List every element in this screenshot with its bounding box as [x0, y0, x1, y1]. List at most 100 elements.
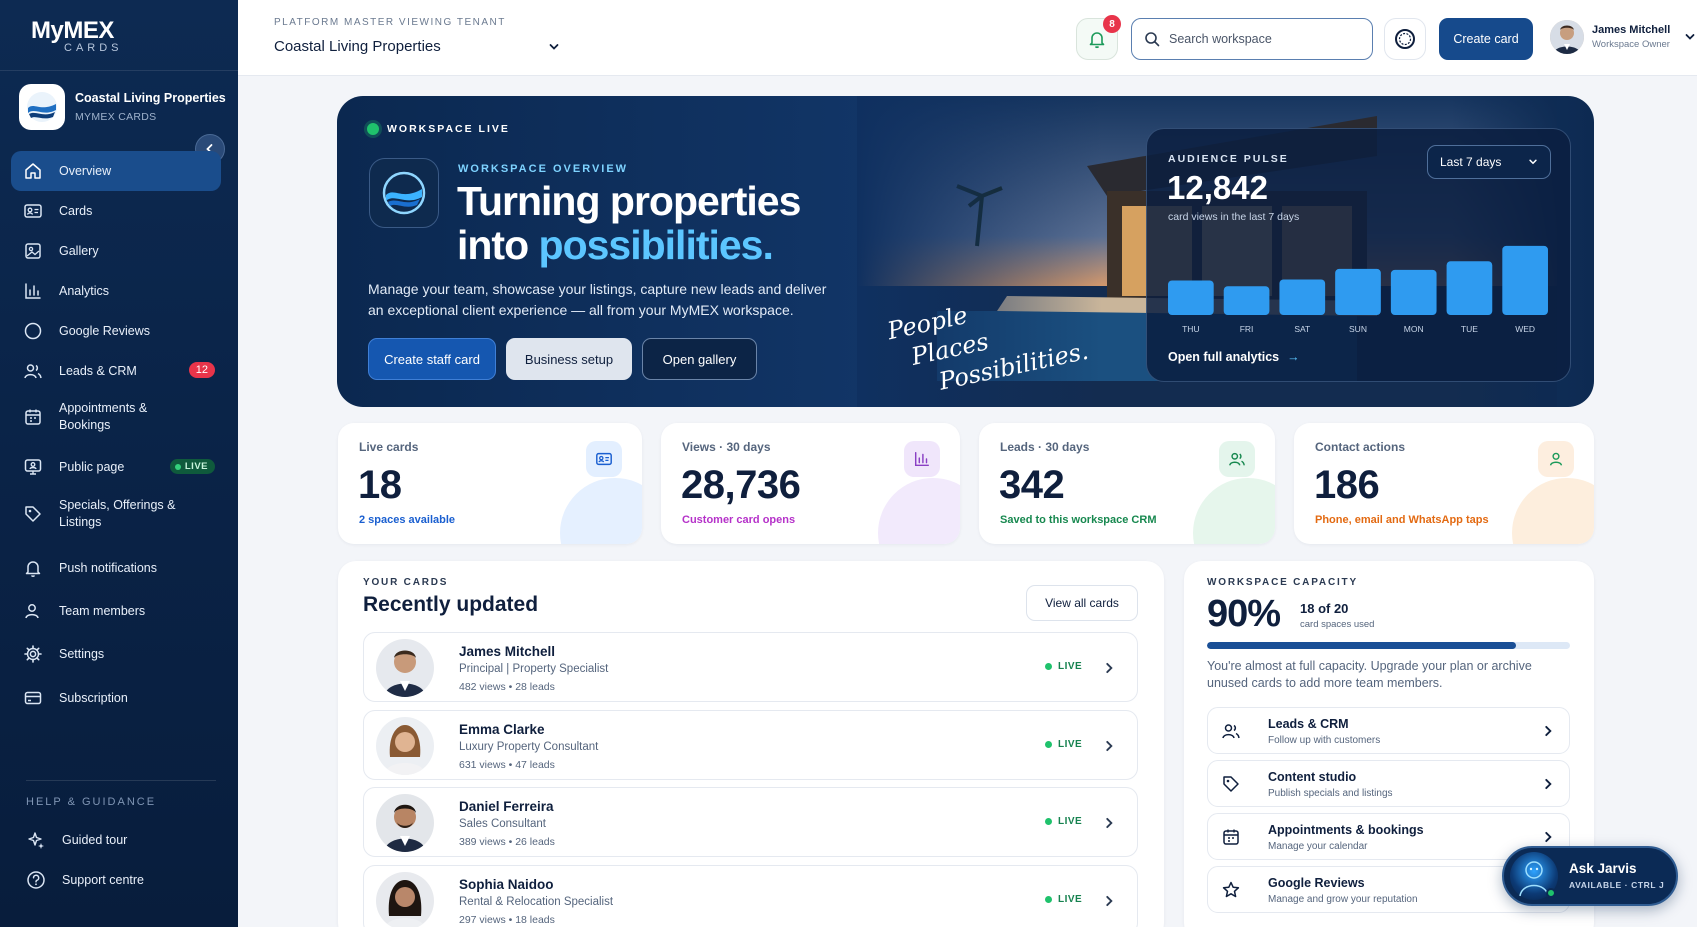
stat-views[interactable]: Views · 30 days 28,736 Customer card ope… [661, 423, 960, 544]
chevron-right-icon [1106, 662, 1113, 674]
sidebar-item-gallery[interactable]: Gallery [11, 231, 221, 271]
live-dot-icon [1045, 663, 1052, 670]
sidebar-item-leads-crm[interactable]: Leads & CRM 12 [11, 351, 221, 391]
tenant-switcher[interactable]: Coastal Living Properties MYMEX CARDS [19, 84, 226, 130]
search-icon [1145, 32, 1160, 47]
chart-tick-label: MON [1404, 324, 1424, 334]
bar-chart-icon [914, 451, 930, 467]
chart-tick-label: THU [1182, 324, 1199, 334]
capacity-of: 18 of 20 [1300, 601, 1349, 616]
live-dot-icon [1045, 741, 1052, 748]
status-label: LIVE [1058, 739, 1083, 750]
sidebar-item-overview[interactable]: Overview [11, 151, 221, 191]
stat-icon-box [586, 441, 622, 477]
capacity-kicker: WORKSPACE CAPACITY [1207, 577, 1358, 588]
stat-value: 342 [999, 463, 1065, 507]
chevron-down-icon [549, 43, 559, 50]
sidebar-item-analytics[interactable]: Analytics [11, 271, 221, 311]
quick-action-title: Google Reviews [1268, 876, 1365, 890]
stat-decor [878, 478, 960, 544]
image-icon [25, 243, 41, 259]
open-gallery-button[interactable]: Open gallery [642, 338, 757, 380]
star-icon [1222, 881, 1240, 898]
sidebar-item-appointments[interactable]: Appointments & Bookings [11, 391, 221, 443]
stat-sub: Phone, email and WhatsApp taps [1315, 514, 1489, 526]
recent-cards-panel: YOUR CARDS Recently updated View all car… [338, 561, 1164, 927]
chart-tick-label: FRI [1240, 324, 1254, 334]
table-row[interactable]: Daniel Ferreira Sales Consultant 389 vie… [363, 787, 1138, 857]
status-badge: LIVE [1045, 894, 1082, 905]
chevron-right-icon [1106, 817, 1113, 829]
online-dot-icon [1546, 888, 1556, 898]
sidebar-item-label: Analytics [59, 283, 110, 298]
sidebar-item-push-notifications[interactable]: Push notifications [11, 548, 221, 588]
open-analytics-link[interactable]: Open full analytics → [1168, 350, 1300, 364]
live-dot-icon [174, 463, 181, 470]
stat-contact-actions[interactable]: Contact actions 186 Phone, email and Wha… [1294, 423, 1594, 544]
hero-title-into: into [457, 222, 539, 268]
sidebar-item-specials[interactable]: Specials, Offerings & Listings [11, 487, 221, 541]
hero-title-line1: Turning properties [457, 178, 801, 224]
stat-sub: Saved to this workspace CRM [1000, 514, 1157, 526]
audience-pulse-card: AUDIENCE PULSE 12,842 card views in the … [1146, 128, 1571, 382]
users-icon [24, 364, 42, 379]
jarvis-title: Ask Jarvis [1569, 861, 1637, 876]
avatar [376, 639, 434, 697]
user-menu[interactable]: James Mitchell Workspace Owner [1550, 20, 1696, 54]
help-divider [26, 780, 216, 781]
search-box[interactable] [1131, 18, 1373, 60]
support-centre-link[interactable]: Support centre [26, 870, 144, 890]
tenant-select-value: Coastal Living Properties [274, 38, 441, 55]
sidebar-item-label: Google Reviews [59, 323, 151, 338]
quick-action-leads-crm[interactable]: Leads & CRM Follow up with customers [1207, 707, 1570, 754]
sparkle-icon [28, 832, 44, 849]
wave-logo-icon [27, 92, 57, 122]
chevron-down-icon [1529, 159, 1537, 165]
business-setup-button[interactable]: Business setup [506, 338, 632, 380]
sidebar-item-label: Leads & CRM [59, 363, 137, 378]
card-role: Luxury Property Consultant [459, 741, 599, 753]
brand-logo[interactable]: MyMEX CARDS [31, 17, 123, 54]
chevron-right-icon [1545, 725, 1552, 737]
notifications-button[interactable]: 8 [1076, 15, 1121, 60]
view-all-cards-button[interactable]: View all cards [1026, 585, 1138, 621]
table-row[interactable]: Emma Clarke Luxury Property Consultant 6… [363, 710, 1138, 780]
table-row[interactable]: Sophia Naidoo Rental & Relocation Specia… [363, 865, 1138, 927]
stat-live-cards[interactable]: Live cards 18 2 spaces available [338, 423, 642, 544]
create-card-button[interactable]: Create card [1439, 18, 1533, 60]
capacity-progress-fill [1207, 642, 1516, 649]
ask-jarvis-button[interactable]: Ask Jarvis AVAILABLE · CTRL J [1502, 846, 1678, 906]
sidebar-item-label: Team members [59, 603, 146, 618]
date-range-select[interactable]: Last 7 days [1427, 145, 1551, 179]
stat-leads[interactable]: Leads · 30 days 342 Saved to this worksp… [979, 423, 1275, 544]
search-input[interactable] [1169, 32, 1349, 46]
user-icon [25, 604, 39, 619]
sidebar-item-cards[interactable]: Cards [11, 191, 221, 231]
quick-action-content-studio[interactable]: Content studio Publish specials and list… [1207, 760, 1570, 807]
sidebar-item-team-members[interactable]: Team members [11, 591, 221, 631]
chart-bar-sun [1335, 268, 1381, 315]
workspace-hero: WORKSPACE LIVE WORKSPACE OVERVIEW Turnin… [337, 96, 1594, 407]
sidebar-item-google-reviews[interactable]: Google Reviews [11, 311, 221, 351]
chart-bar-fri [1223, 286, 1270, 315]
tenant-sub: MYMEX CARDS [75, 111, 157, 123]
sidebar-item-public-page[interactable]: Public page LIVE [11, 447, 221, 487]
table-row[interactable]: James Mitchell Principal | Property Spec… [363, 632, 1138, 702]
support-centre-label: Support centre [62, 873, 144, 887]
user-role: Workspace Owner [1592, 39, 1670, 50]
workspace-live-status: WORKSPACE LIVE [367, 123, 510, 135]
workspace-live-label: WORKSPACE LIVE [387, 123, 510, 135]
tenant-viewing-label: PLATFORM MASTER VIEWING TENANT [274, 17, 506, 28]
sidebar-item-subscription[interactable]: Subscription [11, 678, 221, 718]
arrow-right-icon: → [1287, 350, 1300, 364]
users-icon [1222, 724, 1240, 739]
theme-toggle-button[interactable] [1384, 18, 1426, 60]
tenant-select[interactable]: Coastal Living Properties [274, 38, 560, 55]
capacity-description: You're almost at full capacity. Upgrade … [1207, 659, 1532, 690]
top-bar: PLATFORM MASTER VIEWING TENANT Coastal L… [238, 0, 1697, 76]
chevron-right-icon [1545, 778, 1552, 790]
sidebar-item-settings[interactable]: Settings [11, 634, 221, 674]
create-staff-card-button[interactable]: Create staff card [368, 338, 496, 380]
stat-title: Live cards [359, 440, 419, 454]
guided-tour-link[interactable]: Guided tour [26, 830, 127, 850]
